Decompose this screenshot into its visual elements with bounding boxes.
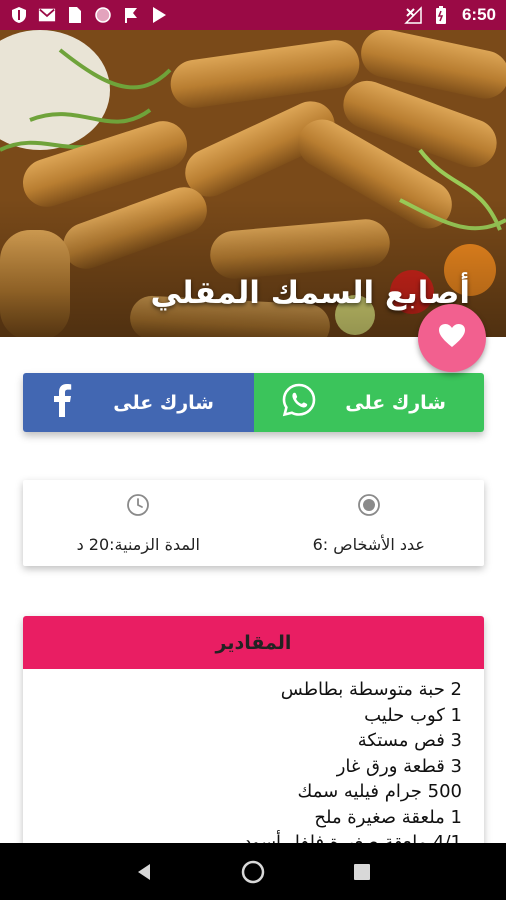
duration-text: المدة الزمنية:20 د: [76, 534, 200, 554]
whatsapp-icon: [282, 383, 316, 422]
ingredient-item: 3 قطعة ورق غار: [336, 755, 462, 777]
flag-icon: [122, 6, 140, 24]
battery-icon: [432, 6, 450, 24]
gmail-icon: [38, 6, 56, 24]
ingredients-card: المقادير 2 حبة متوسطة بطاطس 1 كوب حليب 3…: [23, 616, 484, 856]
clock-icon: [126, 493, 150, 521]
nav-recents-button[interactable]: [347, 857, 377, 887]
ingredient-item: 3 فص مستكة: [357, 730, 462, 751]
persons-text: عدد الأشخاص :6: [312, 534, 425, 554]
favorite-button[interactable]: [418, 304, 486, 372]
share-bar: شارك على شارك على: [23, 373, 484, 432]
recents-icon: [353, 863, 370, 880]
status-bar: 6:50: [0, 0, 506, 30]
ingredient-item: 1 كوب حليب: [364, 704, 462, 726]
circle-icon: [94, 6, 112, 24]
share-facebook-label: شارك على: [113, 391, 214, 414]
no-signal-icon: [404, 6, 422, 24]
shield-icon: [10, 6, 28, 24]
sim-card-icon: [66, 6, 84, 24]
home-icon: [241, 860, 265, 883]
recipe-title: أصابع السمك المقلي: [150, 275, 470, 311]
recipe-info-card: المدة الزمنية:20 د عدد الأشخاص :6: [23, 480, 484, 566]
nav-home-button[interactable]: [238, 857, 268, 887]
back-icon: [138, 863, 151, 880]
facebook-icon: [51, 383, 73, 422]
ingredient-item: 2 حبة متوسطة بطاطس: [280, 679, 462, 700]
recipe-hero-image: أصابع السمك المقلي: [0, 30, 506, 337]
status-time: 6:50: [461, 5, 496, 24]
ingredient-item: 500 جرام فيليه سمك: [297, 781, 462, 802]
ingredients-header: المقادير: [23, 616, 484, 669]
nav-back-button[interactable]: [129, 857, 159, 887]
persons-info: عدد الأشخاص :6: [254, 480, 485, 566]
persons-icon: [357, 493, 381, 521]
share-facebook-button[interactable]: شارك على: [23, 373, 254, 432]
status-bar-right: 6:50: [404, 5, 496, 25]
play-store-icon: [150, 6, 168, 24]
system-navigation-bar: [0, 843, 506, 900]
status-bar-left: [10, 6, 168, 24]
ingredient-item: 1 ملعقة صغيرة ملح: [314, 806, 462, 828]
ingredients-list: 2 حبة متوسطة بطاطس 1 كوب حليب 3 فص مستكة…: [23, 669, 484, 856]
share-whatsapp-button[interactable]: شارك على: [254, 373, 484, 432]
share-whatsapp-label: شارك على: [345, 391, 446, 414]
duration-info: المدة الزمنية:20 د: [23, 480, 254, 566]
heart-icon: [438, 323, 466, 353]
